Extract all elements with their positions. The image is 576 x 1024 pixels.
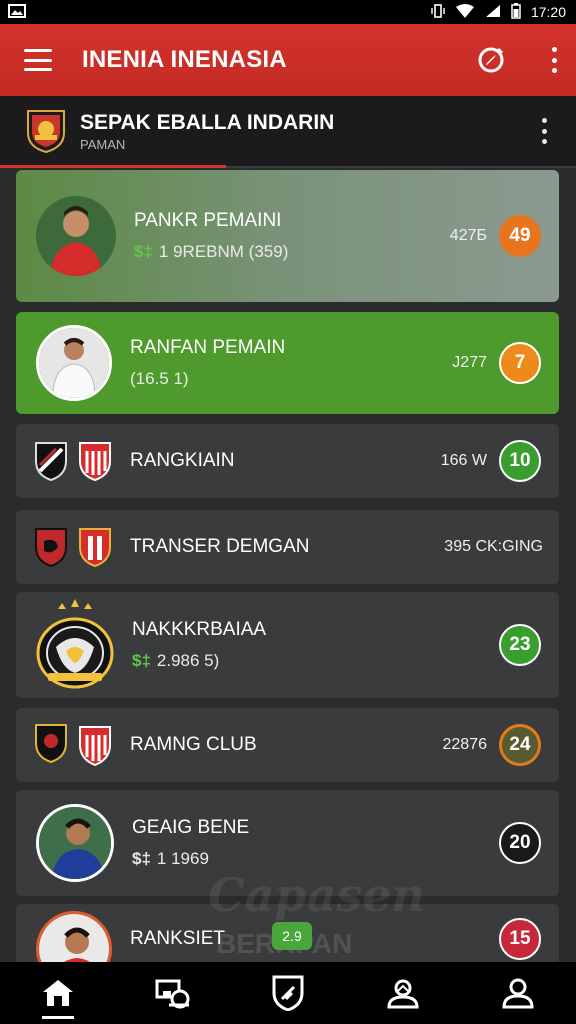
- club-crests: [34, 723, 112, 767]
- app-bar: INENIA INENASIA: [0, 24, 576, 96]
- list-item[interactable]: RAMNG CLUB 22876 24: [16, 708, 559, 782]
- item-subtitle: 1 9REBNM (359): [158, 242, 289, 261]
- list-item[interactable]: NAKKKRBAIAA $‡ 2.986 5) 23: [16, 592, 559, 698]
- item-value: 22876: [442, 736, 488, 753]
- gallery-icon: [8, 3, 26, 21]
- club-crest-icon: [35, 724, 67, 763]
- club-crests: [34, 527, 112, 567]
- search-icon[interactable]: [474, 43, 508, 77]
- club-crest-icon: [79, 726, 111, 767]
- item-title: PANKR PEMAINI: [134, 210, 282, 231]
- item-title: RANGKIAIN: [130, 450, 235, 471]
- score-badge: 7: [499, 342, 541, 384]
- item-value: J277: [452, 354, 487, 371]
- status-bar: 17:20: [0, 0, 576, 24]
- stats-icon: $‡: [134, 242, 153, 261]
- league-title: SEPAK EBALLA INDARIN: [80, 110, 335, 134]
- list-item[interactable]: RANGKIAIN 166 W 10: [16, 424, 559, 498]
- list-item[interactable]: RANFAN PEMAIN (16.5 1) J277 7: [16, 312, 559, 414]
- menu-icon[interactable]: [24, 49, 52, 71]
- nav-profile[interactable]: [488, 963, 548, 1023]
- item-title: RAMNG CLUB: [130, 734, 257, 755]
- item-value: 427Б: [449, 227, 487, 244]
- list-item[interactable]: PANKR PEMAINI $‡ 1 9REBNM (359) 427Б 49: [16, 170, 559, 302]
- upload-icon: [387, 979, 419, 1009]
- item-value: 395 CK:GING: [444, 538, 543, 555]
- stats-icon: $‡: [132, 651, 151, 670]
- transfer-icon: [155, 979, 190, 1009]
- score-badge: 15: [499, 918, 541, 960]
- profile-icon: [502, 978, 534, 1009]
- signal-icon: [485, 4, 501, 21]
- bottom-nav: [0, 962, 576, 1024]
- item-subtitle: 2.986 5): [156, 651, 220, 670]
- player-avatar: [36, 804, 114, 882]
- score-badge: 24: [499, 724, 541, 766]
- battery-icon: [511, 2, 521, 22]
- score-badge: 10: [499, 440, 541, 482]
- player-avatar: [36, 325, 112, 401]
- item-subtitle: (16.5 1): [130, 369, 189, 388]
- wifi-icon: [455, 3, 475, 21]
- score-badge: 23: [499, 624, 541, 666]
- list-item[interactable]: TRANSER DEMGAN 395 CK:GING: [16, 510, 559, 584]
- club-crests: [36, 599, 114, 691]
- item-title: TRANSER DEMGAN: [130, 536, 310, 557]
- league-overflow-icon[interactable]: [538, 118, 550, 144]
- club-crest-icon: [35, 528, 67, 567]
- clock: 17:20: [530, 4, 566, 20]
- club-crest-icon: [36, 599, 114, 689]
- score-pill[interactable]: 2.9: [272, 922, 312, 950]
- watermark: Capasen: [208, 868, 425, 922]
- shield-icon: [272, 975, 304, 1011]
- overflow-menu-icon[interactable]: [548, 47, 560, 73]
- nav-transfer[interactable]: [143, 963, 203, 1023]
- nav-club[interactable]: [258, 963, 318, 1023]
- item-value: 166 W: [440, 452, 487, 469]
- league-header: SEPAK EBALLA INDARIN PAMAN: [0, 96, 576, 168]
- home-icon: [42, 980, 73, 1006]
- vibrate-icon: [431, 3, 445, 22]
- item-title: NAKKKRBAIAA: [132, 619, 267, 640]
- league-logo: [26, 109, 66, 154]
- club-crest-icon: [79, 528, 111, 567]
- nav-upload[interactable]: [373, 963, 433, 1023]
- item-title: RANFAN PEMAIN: [130, 337, 286, 358]
- club-crest-icon: [35, 442, 67, 481]
- stats-icon: $‡: [132, 849, 151, 868]
- score-badge: 20: [499, 822, 541, 864]
- nav-home[interactable]: [28, 963, 88, 1023]
- item-title: GEAIG BENE: [132, 817, 250, 838]
- item-subtitle: 1 1969: [156, 849, 209, 868]
- league-subtitle: PAMAN: [80, 136, 126, 152]
- club-crest-icon: [79, 442, 111, 481]
- app-title: INENIA INENASIA: [82, 46, 287, 73]
- score-badge: 49: [499, 215, 541, 257]
- player-avatar: [36, 196, 116, 276]
- club-crests: [34, 441, 112, 481]
